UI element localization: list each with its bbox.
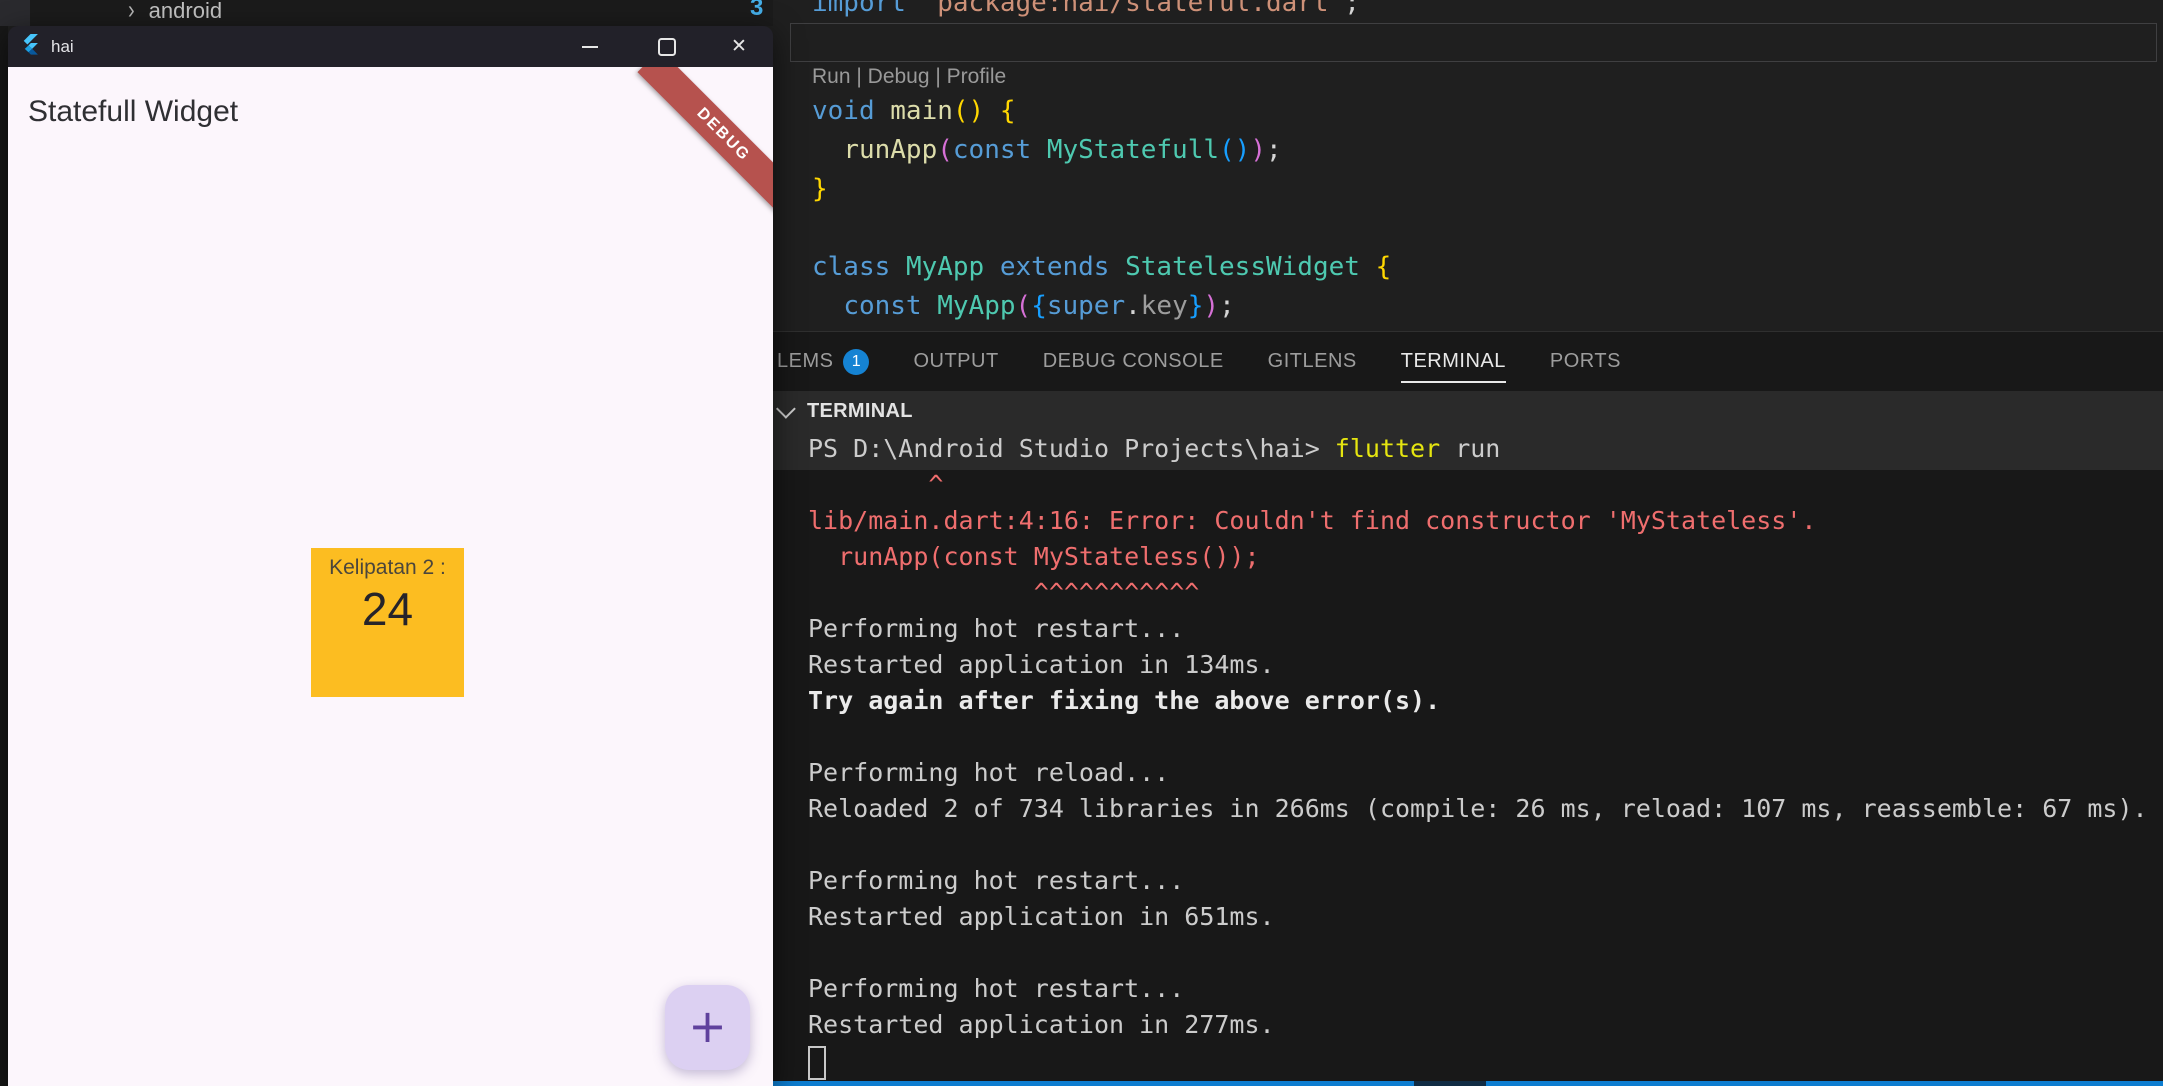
codelens-run-debug-profile[interactable]: Run | Debug | Profile <box>812 62 2163 92</box>
code-line <box>790 23 2157 62</box>
maximize-icon <box>658 37 676 56</box>
terminal-line: Performing hot reload... <box>808 758 1170 787</box>
maximize-button[interactable] <box>647 26 687 67</box>
vscode-explorer-strip: › android <box>0 0 773 26</box>
code-line: const MyApp({super.key}); <box>843 291 1235 321</box>
plus-icon: + <box>688 998 727 1053</box>
terminal-line: runApp(const MyStateless()); <box>808 542 1260 571</box>
counter-value: 24 <box>361 583 414 635</box>
screenshot-root: › android 3 import 'package:hai/stateful… <box>0 0 2163 1086</box>
terminal-line: ^^^^^^^^^^^ <box>808 578 1200 607</box>
fab-add-button[interactable]: + <box>665 985 750 1070</box>
panel-tab-output[interactable]: OUTPUT <box>913 332 998 391</box>
code-line: } <box>812 174 828 204</box>
panel-tab-bar: LEMS 1 OUTPUT DEBUG CONSOLE GITLENS TERMINAL P… <box>777 332 1621 391</box>
terminal-line: PS D:\Android Studio Projects\hai> flutt… <box>808 434 1501 463</box>
app-window-title: hai <box>51 36 74 56</box>
terminal-line: ^ <box>808 470 944 499</box>
code-lines: import 'package:hai/stateful.dart'; Run |… <box>790 0 2163 326</box>
vscode-left-edge <box>0 26 8 1086</box>
minimize-icon <box>582 45 598 48</box>
counter-card: Kelipatan 2 : 24 <box>311 548 464 697</box>
close-icon: ✕ <box>731 36 747 57</box>
app-content: Statefull Widget DEBUG Kelipatan 2 : 24 … <box>8 67 773 1086</box>
explorer-item-android[interactable]: › android <box>128 0 222 26</box>
code-line: import 'package:hai/stateful.dart'; <box>812 0 1360 18</box>
terminal-line: lib/main.dart:4:16: Error: Couldn't find… <box>808 506 1817 535</box>
chevron-right-icon: › <box>128 0 135 25</box>
code-line: class MyApp extends StatelessWidget { <box>812 252 1392 282</box>
code-line: void main() { <box>812 96 1016 126</box>
panel-tab-debug-console[interactable]: DEBUG CONSOLE <box>1043 332 1224 391</box>
counter-label: Kelipatan 2 : <box>329 556 446 579</box>
panel-tab-ports[interactable]: PORTS <box>1550 332 1621 391</box>
problems-count-badge: 1 <box>843 348 870 375</box>
code-editor[interactable]: import 'package:hai/stateful.dart'; Run |… <box>773 0 2163 331</box>
editor-tab-badge: 3 <box>750 0 764 21</box>
terminal-line: Performing hot restart... <box>808 614 1185 643</box>
terminal-line: Restarted application in 651ms. <box>808 902 1275 931</box>
debug-banner: DEBUG <box>637 67 773 221</box>
panel-tab-gitlens[interactable]: GITLENS <box>1268 332 1357 391</box>
app-titlebar[interactable]: hai ✕ <box>8 26 773 67</box>
flutter-app-window: hai ✕ Statefull Widget DEBUG Kelipatan 2… <box>8 26 773 1086</box>
status-bar <box>773 1081 2163 1086</box>
terminal-section-header[interactable]: TERMINAL <box>775 391 913 431</box>
terminal-line: Performing hot restart... <box>808 974 1185 1003</box>
terminal-line: Reloaded 2 of 734 libraries in 266ms (co… <box>808 794 2148 823</box>
code-line: runApp(const MyStatefull()); <box>843 135 1282 165</box>
explorer-item-label: android <box>148 0 223 23</box>
terminal-section-label: TERMINAL <box>807 399 913 422</box>
page-title: Statefull Widget <box>28 95 239 128</box>
status-bar-segment <box>1414 1081 1486 1086</box>
terminal-cursor <box>808 1046 826 1080</box>
explorer-corner-block <box>0 0 30 26</box>
panel-tab-lems[interactable]: LEMS 1 <box>777 332 870 391</box>
flutter-logo-icon <box>21 33 38 60</box>
minimize-button[interactable] <box>570 26 610 67</box>
terminal-line: Try again after fixing the above error(s… <box>808 686 1441 715</box>
terminal-line: Performing hot restart... <box>808 866 1185 895</box>
terminal-output[interactable]: PS D:\Android Studio Projects\hai> flutt… <box>808 431 2163 1043</box>
terminal-line: Restarted application in 277ms. <box>808 1010 1275 1039</box>
panel-tab-terminal[interactable]: TERMINAL <box>1400 332 1507 391</box>
terminal-line: Restarted application in 134ms. <box>808 650 1275 679</box>
close-button[interactable]: ✕ <box>719 26 759 67</box>
bottom-panel: LEMS 1 OUTPUT DEBUG CONSOLE GITLENS TERMINAL P… <box>773 331 2163 1086</box>
